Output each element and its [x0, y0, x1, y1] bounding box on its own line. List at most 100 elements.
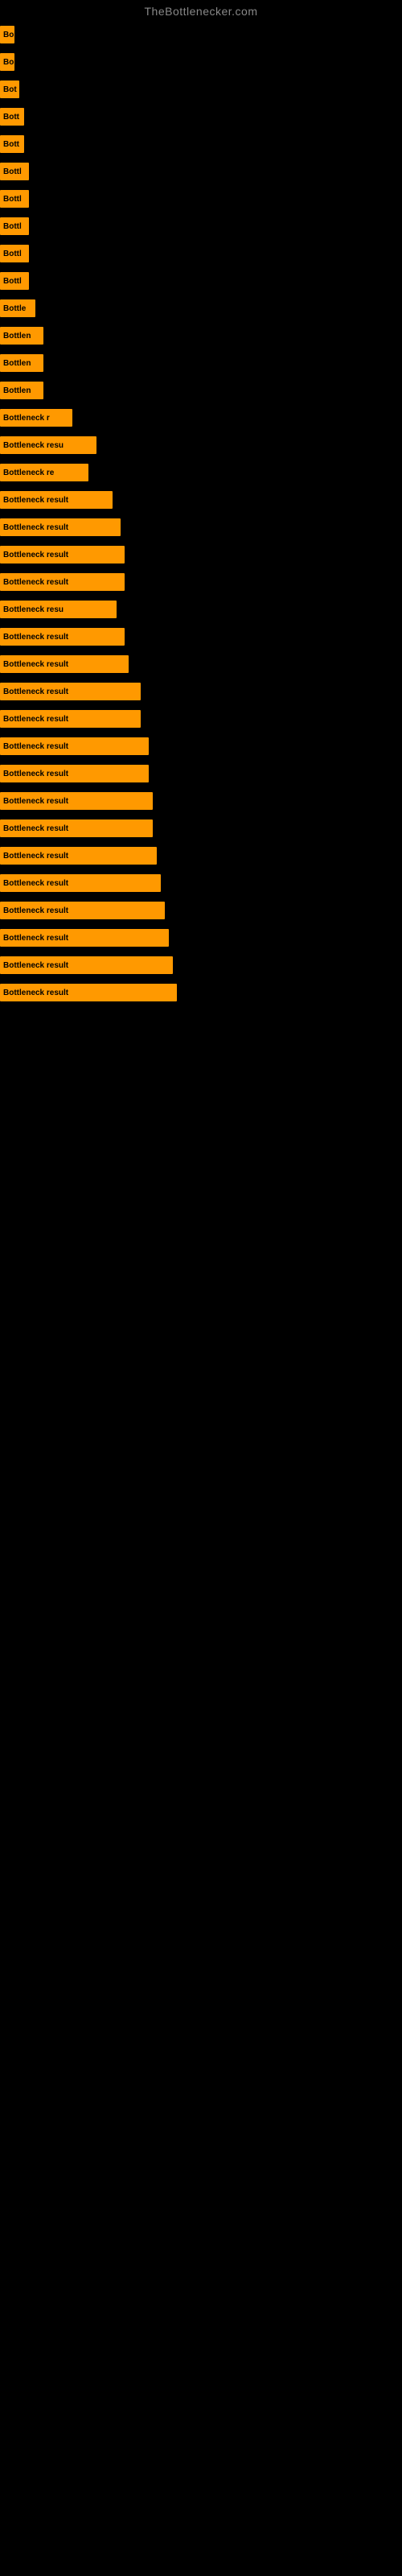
- bar-item-31[interactable]: Bottleneck result: [0, 847, 157, 865]
- bar-row: Bottleneck result: [0, 787, 402, 815]
- bar-label-text: Bottle: [2, 304, 27, 313]
- bar-row: Bottlen: [0, 349, 402, 377]
- bar-row: Bottleneck result: [0, 678, 402, 705]
- bar-label-text: Bottleneck result: [2, 660, 70, 669]
- bar-label-text: Bottleneck result: [2, 852, 70, 861]
- bar-row: Bo: [0, 48, 402, 76]
- bar-item-1[interactable]: Bo: [0, 26, 14, 43]
- bar-label-text: Bottleneck result: [2, 633, 70, 642]
- bar-row: Bottleneck r: [0, 404, 402, 431]
- bar-row: Bottleneck result: [0, 952, 402, 979]
- bar-label-text: Bottl: [2, 250, 23, 258]
- bar-item-15[interactable]: Bottleneck r: [0, 409, 72, 427]
- bar-item-18[interactable]: Bottleneck result: [0, 491, 113, 509]
- bar-row: Bott: [0, 103, 402, 130]
- bar-item-21[interactable]: Bottleneck result: [0, 573, 125, 591]
- bar-label-text: Bottleneck re: [2, 469, 55, 477]
- bar-row: Bottleneck result: [0, 650, 402, 678]
- bar-label-text: Bo: [2, 31, 14, 39]
- bar-label-text: Bottleneck result: [2, 770, 70, 778]
- bar-item-17[interactable]: Bottleneck re: [0, 464, 88, 481]
- bar-row: Bottleneck result: [0, 760, 402, 787]
- bar-item-2[interactable]: Bo: [0, 53, 14, 71]
- bar-label-text: Bottleneck result: [2, 961, 70, 970]
- bar-label-text: Bottl: [2, 195, 23, 204]
- bar-item-19[interactable]: Bottleneck result: [0, 518, 121, 536]
- bar-label-text: Bottleneck result: [2, 687, 70, 696]
- bar-row: Bottl: [0, 185, 402, 213]
- bar-item-20[interactable]: Bottleneck result: [0, 546, 125, 564]
- bar-item-26[interactable]: Bottleneck result: [0, 710, 141, 728]
- bar-row: Bottleneck result: [0, 705, 402, 733]
- bar-item-9[interactable]: Bottl: [0, 245, 29, 262]
- bar-item-27[interactable]: Bottleneck result: [0, 737, 149, 755]
- bar-label-text: Bottleneck result: [2, 989, 70, 997]
- bar-item-23[interactable]: Bottleneck result: [0, 628, 125, 646]
- bar-label-text: Bottleneck result: [2, 906, 70, 915]
- bar-label-text: Bottlen: [2, 332, 32, 341]
- bar-row: Bottl: [0, 158, 402, 185]
- bar-row: Bottlen: [0, 322, 402, 349]
- bar-item-4[interactable]: Bott: [0, 108, 24, 126]
- bar-row: Bo: [0, 21, 402, 48]
- bar-row: Bottleneck result: [0, 869, 402, 897]
- bar-item-22[interactable]: Bottleneck resu: [0, 601, 117, 618]
- bar-row: Bottleneck resu: [0, 431, 402, 459]
- bar-row: Bottleneck result: [0, 623, 402, 650]
- bar-item-34[interactable]: Bottleneck result: [0, 929, 169, 947]
- bar-row: Bottl: [0, 240, 402, 267]
- bar-label-text: Bottleneck result: [2, 824, 70, 833]
- bar-item-25[interactable]: Bottleneck result: [0, 683, 141, 700]
- bar-row: Bottleneck result: [0, 897, 402, 924]
- bar-item-35[interactable]: Bottleneck result: [0, 956, 173, 974]
- bar-item-14[interactable]: Bottlen: [0, 382, 43, 399]
- bar-row: Bottleneck result: [0, 842, 402, 869]
- bar-item-16[interactable]: Bottleneck resu: [0, 436, 96, 454]
- bar-item-8[interactable]: Bottl: [0, 217, 29, 235]
- bar-row: Bottle: [0, 295, 402, 322]
- bar-item-3[interactable]: Bot: [0, 80, 19, 98]
- bar-row: Bottl: [0, 213, 402, 240]
- bar-row: Bottleneck result: [0, 979, 402, 1006]
- bar-item-32[interactable]: Bottleneck result: [0, 874, 161, 892]
- bar-item-11[interactable]: Bottle: [0, 299, 35, 317]
- bar-label-text: Bott: [2, 140, 21, 149]
- bar-label-text: Bottleneck result: [2, 797, 70, 806]
- bar-row: Bottleneck resu: [0, 596, 402, 623]
- bar-label-text: Bottleneck result: [2, 715, 70, 724]
- bar-label-text: Bott: [2, 113, 21, 122]
- bar-label-text: Bottleneck result: [2, 496, 70, 505]
- bar-item-6[interactable]: Bottl: [0, 163, 29, 180]
- bar-item-12[interactable]: Bottlen: [0, 327, 43, 345]
- bar-row: Bottleneck re: [0, 459, 402, 486]
- bar-label-text: Bottleneck result: [2, 742, 70, 751]
- bar-label-text: Bottl: [2, 222, 23, 231]
- bar-label-text: Bottl: [2, 277, 23, 286]
- bar-row: Bottleneck result: [0, 568, 402, 596]
- bar-row: Bottl: [0, 267, 402, 295]
- bar-label-text: Bottleneck result: [2, 934, 70, 943]
- bar-item-24[interactable]: Bottleneck result: [0, 655, 129, 673]
- bar-item-30[interactable]: Bottleneck result: [0, 819, 153, 837]
- bar-item-5[interactable]: Bott: [0, 135, 24, 153]
- bar-item-13[interactable]: Bottlen: [0, 354, 43, 372]
- bar-label-text: Bottleneck resu: [2, 605, 65, 614]
- bar-label-text: Bottl: [2, 167, 23, 176]
- bar-row: Bottleneck result: [0, 541, 402, 568]
- bar-item-29[interactable]: Bottleneck result: [0, 792, 153, 810]
- bar-row: Bottleneck result: [0, 733, 402, 760]
- bar-row: Bott: [0, 130, 402, 158]
- bar-label-text: Bottleneck r: [2, 414, 51, 423]
- bar-row: Bottleneck result: [0, 924, 402, 952]
- bar-label-text: Bottleneck resu: [2, 441, 65, 450]
- bar-item-7[interactable]: Bottl: [0, 190, 29, 208]
- bar-label-text: Bottleneck result: [2, 523, 70, 532]
- bar-item-36[interactable]: Bottleneck result: [0, 984, 177, 1001]
- bars-container: Bo Bo Bot Bott Bott Bottl Bottl Bottl Bottl Bottl…: [0, 21, 402, 1006]
- bar-row: Bottleneck result: [0, 486, 402, 514]
- bar-label-text: Bottleneck result: [2, 551, 70, 559]
- bar-label-text: Bottleneck result: [2, 879, 70, 888]
- bar-item-33[interactable]: Bottleneck result: [0, 902, 165, 919]
- bar-item-28[interactable]: Bottleneck result: [0, 765, 149, 782]
- bar-item-10[interactable]: Bottl: [0, 272, 29, 290]
